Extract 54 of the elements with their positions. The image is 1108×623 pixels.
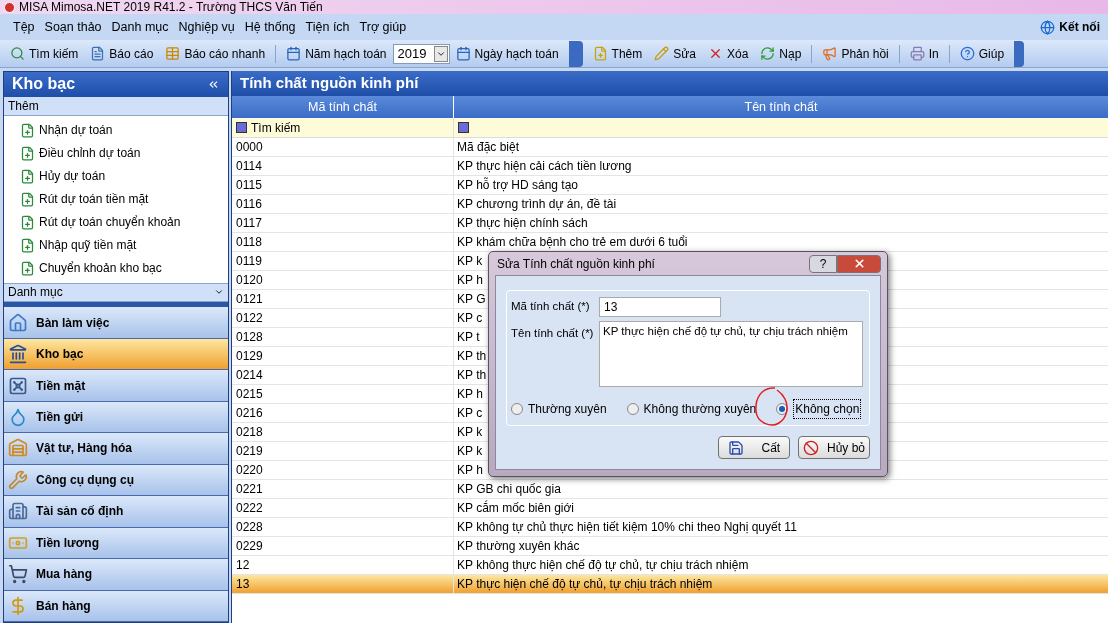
window-title: MISA Mimosa.NET 2019 R41.2 - Trường THCS Văn Tiến — [19, 1, 323, 13]
table-cell: 0120 — [232, 271, 454, 289]
table-cell-text: KP không tự chủ thực hiện tiết kiệm 10% chi theo Nghị quyết 11 — [457, 519, 797, 536]
dialog-title: Sửa Tính chất nguồn kinh phí — [496, 255, 655, 273]
page-title: Tính chất nguồn kinh phí — [240, 73, 419, 94]
table-cell: KP cắm mốc biên giới — [457, 499, 575, 517]
table-cell: 0219 — [232, 442, 454, 460]
field-label: Mã tính chất (*) — [511, 299, 591, 315]
table-cell-text: KP khám chữa bệnh cho trẻ em dưới 6 tuổi — [457, 234, 688, 251]
table-cell: 0114 — [232, 157, 454, 175]
table-cell: 0000 — [232, 138, 454, 156]
field-label: Tên tính chất (*) — [511, 326, 595, 341]
table-cell-text: KP h — [457, 272, 483, 289]
table-cell-text: KP thực hiện cải cách tiền lương — [457, 158, 632, 175]
table-cell: 13 — [232, 575, 454, 593]
table-cell-text: KP k — [457, 253, 483, 270]
table-cell: 0119 — [232, 252, 454, 270]
table-cell: 0128 — [232, 328, 454, 346]
table-cell-text: KP GB chi quốc gia — [457, 481, 561, 498]
sidebar-title: Kho bạc — [12, 74, 76, 95]
table-cell: 0220 — [232, 461, 454, 479]
table-cell: 0218 — [232, 423, 454, 441]
table-cell-text: KP thực hiện chế độ tự chủ, tự chịu trách nhiệm — [457, 576, 713, 593]
table-cell-text: KP k — [457, 443, 483, 460]
table-cell-text: KP h — [457, 462, 483, 479]
table-cell: 0121 — [232, 290, 454, 308]
table-cell-text: KP G — [457, 291, 486, 308]
table-cell-text: KP c — [457, 310, 483, 327]
table-cell-text: KP thực hiện chính sách — [457, 215, 588, 232]
table-cell: 0118 — [232, 233, 454, 251]
table-cell-text: KP t — [457, 329, 480, 346]
table-cell: 0216 — [232, 404, 454, 422]
table-cell: 0115 — [232, 176, 454, 194]
table-cell: 0122 — [232, 309, 454, 327]
table-cell-text: KP th — [457, 348, 487, 365]
table-cell: KP hỗ trợ HD sáng tạo — [457, 176, 579, 194]
table-cell: 0117 — [232, 214, 454, 232]
table-cell: 12 — [232, 556, 454, 574]
table-cell-text: KP chương trình dự án, đề tài — [457, 196, 617, 213]
table-cell: 0214 — [232, 366, 454, 384]
table-cell: 0116 — [232, 195, 454, 213]
table-cell-text: Mã đặc biệt — [457, 139, 520, 156]
table-cell: 0215 — [232, 385, 454, 403]
table-cell: 0222 — [232, 499, 454, 517]
table-cell: 0228 — [232, 518, 454, 536]
table-cell-text: KP k — [457, 424, 483, 441]
table-cell-text: KP c — [457, 405, 483, 422]
table-cell-text: KP thường xuyên khác — [457, 538, 580, 555]
table-cell-text: KP không thực hiện chế độ tự chủ, tự chịu trách nhiệm — [457, 557, 749, 574]
table-cell: 0229 — [232, 537, 454, 555]
table-cell: 0221 — [232, 480, 454, 498]
table-cell: 0129 — [232, 347, 454, 365]
table-cell-text: KP h — [457, 386, 483, 403]
table-cell-text: KP th — [457, 367, 487, 384]
